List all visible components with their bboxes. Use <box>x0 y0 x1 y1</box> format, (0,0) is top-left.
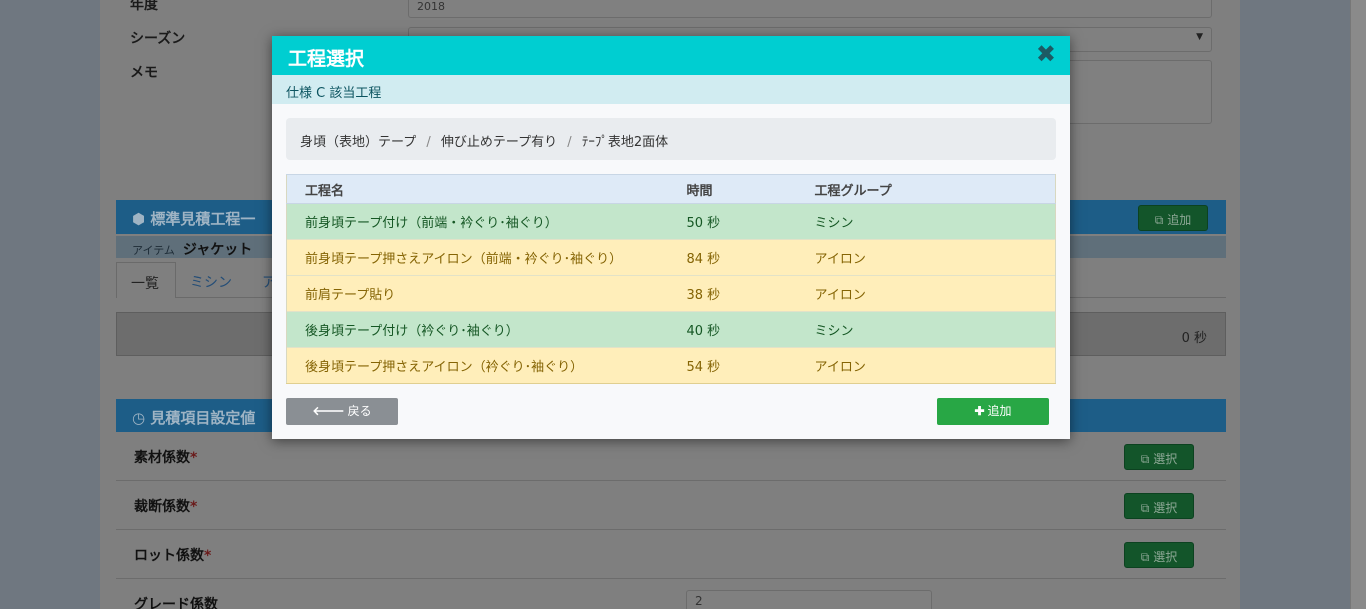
breadcrumb: 身頃（表地）テープ / 伸び止めテープ有り / ﾃｰﾌﾟ表地2面体 <box>286 118 1056 160</box>
breadcrumb-item-current: ﾃｰﾌﾟ表地2面体 <box>581 135 669 150</box>
cutting-coefficient-row: 裁断係数* ⧉ 選択 <box>116 481 1226 530</box>
copy-icon: ⧉ <box>1154 213 1164 227</box>
breadcrumb-item[interactable]: 身頃（表地）テープ <box>300 135 416 150</box>
year-label: 年度 <box>130 0 158 13</box>
material-coefficient-row: 素材係数* ⧉ 選択 <box>116 432 1226 481</box>
process-time: 40 秒 <box>668 311 797 348</box>
table-header-row: 工程名 時間 工程グループ <box>286 174 1056 204</box>
breadcrumb-item[interactable]: 伸び止めテープ有り <box>441 135 557 150</box>
table-row[interactable]: 前肩テープ貼り 38 秒 アイロン <box>286 275 1056 312</box>
modal-subtitle: 仕様 C 該当工程 <box>272 75 1070 104</box>
process-group: アイロン <box>796 347 1056 384</box>
process-name: 前身頃テープ付け（前端・衿ぐり･袖ぐり） <box>286 203 669 240</box>
process-group: アイロン <box>796 275 1056 312</box>
background-right-strip <box>1240 0 1350 609</box>
process-time: 38 秒 <box>668 275 797 312</box>
standard-add-button[interactable]: ⧉ 追加 <box>1138 205 1208 231</box>
plus-icon: ✚ <box>974 404 985 418</box>
copy-icon: ⧉ <box>1140 501 1150 515</box>
breadcrumb-separator: / <box>567 135 572 150</box>
process-time: 84 秒 <box>668 239 797 276</box>
process-time: 54 秒 <box>668 347 797 384</box>
process-name: 前身頃テープ押さえアイロン（前端・衿ぐり･袖ぐり） <box>286 239 669 276</box>
memo-label: メモ <box>130 65 158 81</box>
page-scrollbar[interactable] <box>1350 0 1366 609</box>
standard-process-panel-title: 標準見積工程一 <box>150 210 256 228</box>
cube-icon: ⬢ <box>132 210 146 228</box>
process-name: 後身頃テープ付け（衿ぐり･袖ぐり） <box>286 311 669 348</box>
table-row[interactable]: 後身頃テープ付け（衿ぐり･袖ぐり） 40 秒 ミシン <box>286 311 1056 348</box>
process-table: 工程名 時間 工程グループ 前身頃テープ付け（前端・衿ぐり･袖ぐり） 50 秒 … <box>286 174 1056 384</box>
modal-header: 工程選択 ✖ <box>272 36 1070 75</box>
item-label: アイテム <box>132 244 175 257</box>
item-value: ジャケット <box>182 242 253 258</box>
header-process-group: 工程グループ <box>796 174 1056 204</box>
tab-sewing[interactable]: ミシン <box>176 262 246 298</box>
chevron-down-icon: ▼ <box>1196 32 1203 42</box>
grade-coefficient-row: グレード係数 2 <box>116 579 1226 609</box>
close-icon[interactable]: ✖ <box>1036 41 1056 67</box>
copy-icon: ⧉ <box>1140 550 1150 564</box>
settings-panel-title: 見積項目設定値 <box>150 409 256 427</box>
clock-icon: ◷ <box>132 409 146 427</box>
tab-list[interactable]: 一覧 <box>116 262 176 298</box>
process-time: 50 秒 <box>668 203 797 240</box>
process-group: ミシン <box>796 311 1056 348</box>
modal-title: 工程選択 <box>288 48 365 70</box>
breadcrumb-separator: / <box>426 135 431 150</box>
lot-select-button[interactable]: ⧉ 選択 <box>1124 542 1194 568</box>
header-process-name: 工程名 <box>286 174 669 204</box>
table-row[interactable]: 前身頃テープ押さえアイロン（前端・衿ぐり･袖ぐり） 84 秒 アイロン <box>286 239 1056 276</box>
season-label: シーズン <box>130 31 186 47</box>
arrow-left-icon: 🡐 <box>312 404 345 418</box>
material-select-button[interactable]: ⧉ 選択 <box>1124 444 1194 470</box>
table-row[interactable]: 前身頃テープ付け（前端・衿ぐり･袖ぐり） 50 秒 ミシン <box>286 203 1056 240</box>
year-input[interactable]: 2018 <box>408 0 1212 18</box>
process-select-modal: 工程選択 ✖ 仕様 C 該当工程 身頃（表地）テープ / 伸び止めテープ有り /… <box>272 36 1070 439</box>
back-button[interactable]: 🡐 戻る <box>286 398 398 425</box>
table-row[interactable]: 後身頃テープ押さえアイロン（衿ぐり･袖ぐり） 54 秒 アイロン <box>286 347 1056 384</box>
add-button[interactable]: ✚ 追加 <box>937 398 1049 425</box>
process-group: アイロン <box>796 239 1056 276</box>
header-time: 時間 <box>668 174 797 204</box>
process-group: ミシン <box>796 203 1056 240</box>
lot-coefficient-row: ロット係数* ⧉ 選択 <box>116 530 1226 579</box>
process-name: 後身頃テープ押さえアイロン（衿ぐり･袖ぐり） <box>286 347 669 384</box>
cutting-select-button[interactable]: ⧉ 選択 <box>1124 493 1194 519</box>
copy-icon: ⧉ <box>1140 452 1150 466</box>
grade-input[interactable]: 2 <box>686 590 932 609</box>
process-name: 前肩テープ貼り <box>286 275 669 312</box>
